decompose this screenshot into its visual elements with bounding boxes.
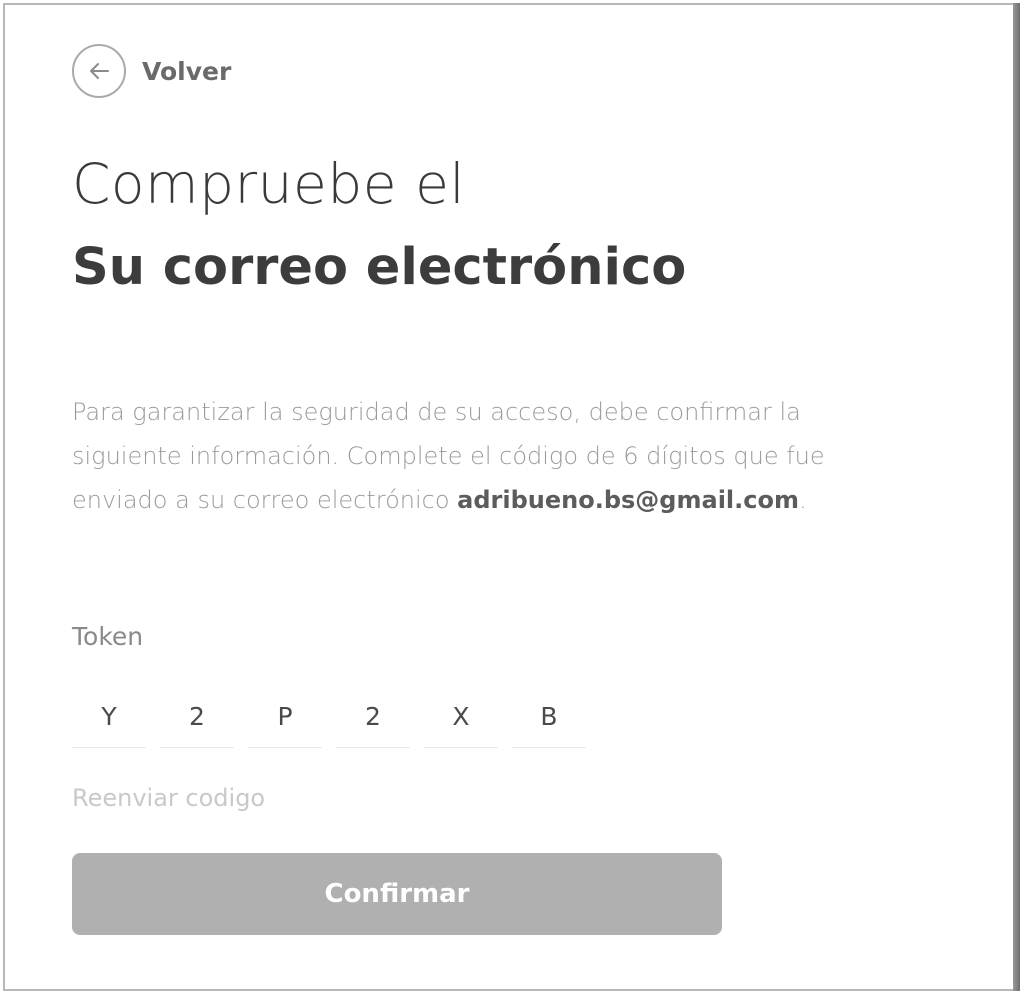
token-digit-1[interactable]: Y [72,686,146,748]
instructions-suffix: . [798,486,807,514]
back-button[interactable]: Volver [72,42,231,100]
token-label: Token [72,622,144,651]
token-digit-2[interactable]: 2 [160,686,234,748]
token-digit-3[interactable]: P [248,686,322,748]
window-edge [1013,3,1020,991]
token-inputs: Y 2 P 2 X B [72,686,600,748]
back-label[interactable]: Volver [142,57,231,86]
page-title-line2: Su correo electrónico [72,238,687,297]
instructions-text: Para garantizar la seguridad de su acces… [72,390,902,522]
token-digit-4[interactable]: 2 [336,686,410,748]
back-circle[interactable] [72,44,126,98]
email-address: adribueno.bs@gmail.com [457,486,799,514]
arrow-left-icon [90,63,109,79]
confirm-button[interactable]: Confirmar [72,853,722,935]
page-title-line1: Compruebe el [72,152,466,216]
resend-code-link[interactable]: Reenviar codigo [72,784,265,812]
token-digit-5[interactable]: X [424,686,498,748]
token-digit-6[interactable]: B [512,686,586,748]
